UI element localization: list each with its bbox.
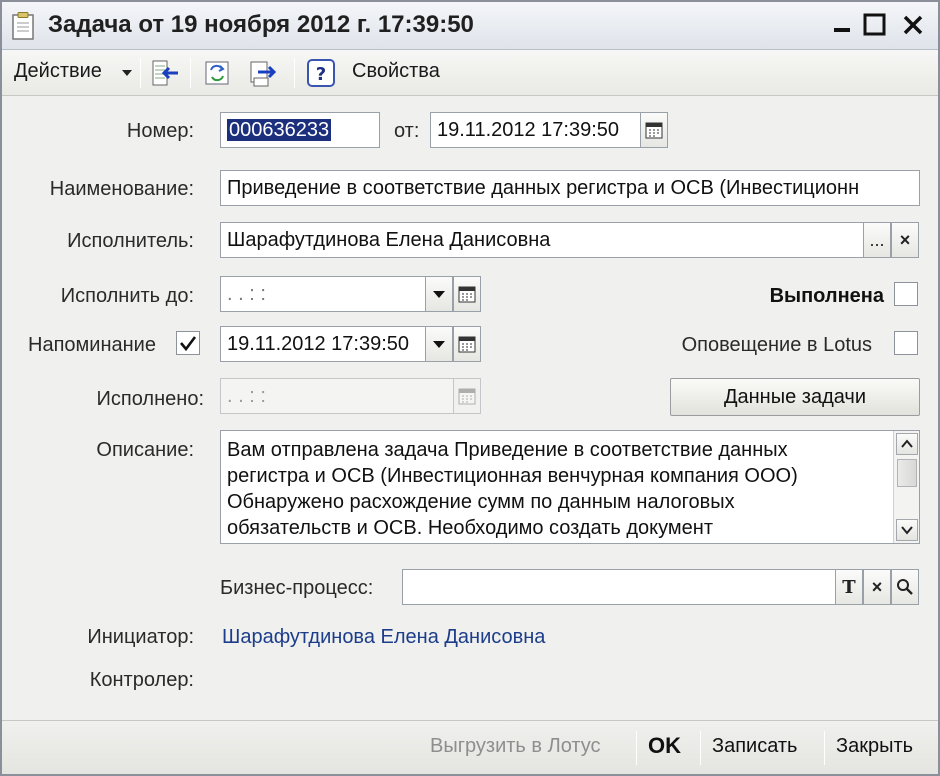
properties-button[interactable]: Свойства [352,60,440,83]
type-t-icon: T [842,576,856,598]
initiator-label: Инициатор: [87,626,194,648]
chevron-down-icon [901,526,913,535]
ok-button[interactable]: OK [648,733,681,759]
calendar-button[interactable] [640,112,668,148]
insert-from-list-icon[interactable] [150,58,180,88]
name-field[interactable]: Приведение в соответствие данных регистр… [220,170,920,206]
document-icon [12,12,34,40]
due-calendar-button[interactable] [453,276,481,312]
due-label: Исполнить до: [60,285,194,307]
chevron-down-icon[interactable] [122,70,132,76]
reminder-checkbox[interactable] [176,331,200,355]
help-glyph: ? [316,64,326,85]
toolbar: Действие ? Свойства [2,50,938,96]
close-window-button[interactable] [898,10,928,40]
due-dropdown-button[interactable] [425,276,453,312]
toolbar-separator [140,58,141,88]
completed-calendar-button [453,378,481,414]
go-to-icon[interactable] [248,58,278,88]
clear-executor-button[interactable]: × [891,222,919,258]
task-window: Задача от 19 ноября 2012 г. 17:39:50 Дей… [0,0,940,776]
refresh-icon[interactable] [202,58,232,88]
calendar-icon [458,286,476,303]
business-process-label: Бизнес-процесс: [220,577,374,599]
initiator-link[interactable]: Шарафутдинова Елена Данисовна [222,626,545,649]
description-line: обязательств и ОСВ. Необходимо создать д… [227,517,714,539]
footer-separator [700,731,701,765]
reminder-label: Напоминание [28,334,156,356]
number-value: 000636233 [227,119,332,141]
help-icon[interactable]: ? [306,58,336,88]
completed-label: Исполнено: [96,388,204,410]
description-memo[interactable]: Вам отправлена задача Приведение в соотв… [220,430,920,544]
save-button[interactable]: Записать [712,735,797,758]
executor-label: Исполнитель: [67,230,194,252]
bp-search-button[interactable] [891,569,919,605]
action-menu[interactable]: Действие [14,60,102,83]
reminder-field[interactable]: 19.11.2012 17:39:50 [220,326,426,362]
reminder-dropdown-button[interactable] [425,326,453,362]
controller-label: Контролер: [89,669,194,691]
due-field[interactable]: . . : : [220,276,426,312]
maximize-button[interactable] [860,10,890,40]
name-label: Наименование: [49,178,194,200]
window-title: Задача от 19 ноября 2012 г. 17:39:50 [48,11,474,38]
calendar-icon [645,122,663,139]
scroll-up-button[interactable] [896,433,918,455]
toolbar-separator [294,58,295,88]
description-scrollbar[interactable] [893,431,919,543]
done-checkbox[interactable] [894,282,918,306]
scroll-down-button[interactable] [896,519,918,541]
description-line: Вам отправлена задача Приведение в соотв… [227,439,788,461]
select-executor-button[interactable]: ... [863,222,891,258]
close-button[interactable]: Закрыть [836,735,913,758]
footer-separator [636,731,637,765]
executor-field[interactable]: Шарафутдинова Елена Данисовна [220,222,864,258]
footer-bar: Выгрузить в Лотус OK Записать Закрыть [2,720,938,774]
export-lotus-button[interactable]: Выгрузить в Лотус [430,735,601,758]
footer-separator [824,731,825,765]
ellipsis-icon: ... [869,229,885,250]
description-line: регистра и ОСВ (Инвестиционная венчурная… [227,465,798,487]
task-data-button[interactable]: Данные задачи [670,378,920,416]
chevron-down-icon [433,341,445,348]
business-process-field[interactable] [402,569,836,605]
done-flag-label: Выполнена [769,285,884,307]
search-icon [897,579,913,595]
chevron-down-icon [433,291,445,298]
bp-type-button[interactable]: T [835,569,863,605]
description-line: Обнаружено расхождение сумм по данным на… [227,491,735,513]
close-icon: × [899,229,911,250]
toolbar-separator [190,58,191,88]
calendar-icon [458,336,476,353]
description-label: Описание: [96,439,194,461]
close-icon: × [871,576,883,597]
date-field[interactable]: 19.11.2012 17:39:50 [430,112,642,148]
date-label: от: [394,120,420,142]
completed-field: . . : : [220,378,454,414]
reminder-calendar-button[interactable] [453,326,481,362]
bp-clear-button[interactable]: × [863,569,891,605]
scrollbar-thumb[interactable] [897,459,917,487]
number-label: Номер: [126,120,194,142]
lotus-label: Оповещение в Lotus [681,334,872,356]
title-bar: Задача от 19 ноября 2012 г. 17:39:50 [2,2,938,50]
chevron-up-icon [901,439,913,448]
lotus-checkbox[interactable] [894,331,918,355]
minimize-button[interactable] [828,10,858,40]
checkmark-icon [180,336,197,352]
number-field[interactable]: 000636233 [220,112,380,148]
calendar-icon [458,388,476,405]
